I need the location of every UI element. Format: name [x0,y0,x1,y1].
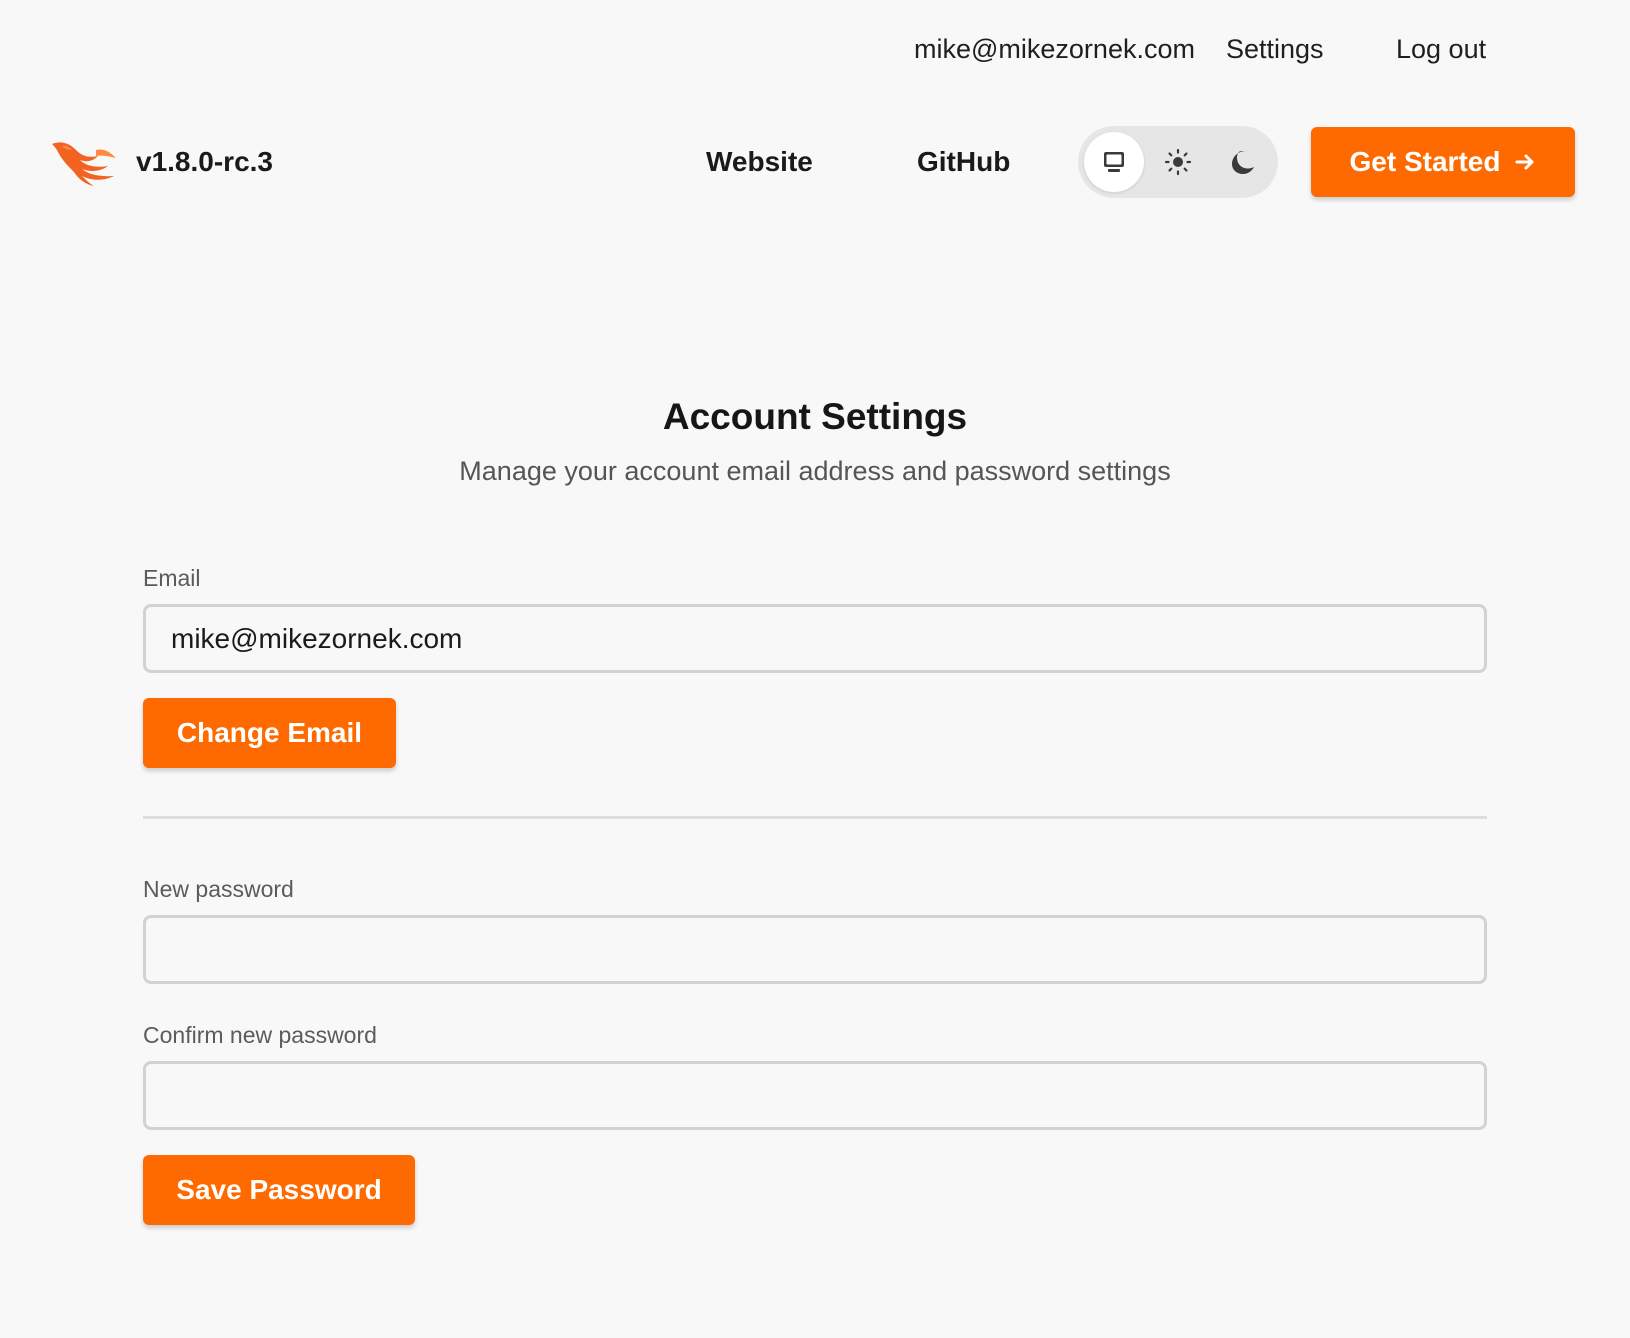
arrow-right-icon [1515,154,1534,170]
brand[interactable]: v1.8.0-rc.3 [48,136,273,188]
save-password-button[interactable]: Save Password [143,1155,415,1225]
website-link[interactable]: Website [706,146,813,178]
page-title: Account Settings [662,396,968,437]
theme-system-button[interactable] [1084,132,1144,192]
phoenix-logo-icon [52,142,116,186]
page: mike@mikezornek.com Settings Log out v1.… [0,0,1630,1338]
confirm-password-label: Confirm new password [143,1022,377,1048]
moon-icon [1232,151,1254,174]
system-icon [1104,152,1124,172]
theme-light-button[interactable] [1148,132,1208,192]
github-link[interactable]: GitHub [917,146,1010,178]
email-value: mike@mikezornek.com [171,622,463,654]
get-started-label: Get Started [1349,146,1501,177]
main-header: v1.8.0-rc.3 Website GitHub Get Started [0,126,1630,198]
page-subtitle: Manage your account email address and pa… [459,456,1171,486]
logout-link[interactable]: Log out [1396,34,1486,65]
email-field[interactable]: mike@mikezornek.com [143,604,1487,673]
sun-icon [1164,148,1192,176]
confirm-password-field[interactable] [143,1061,1487,1130]
get-started-button[interactable]: Get Started [1311,127,1575,197]
theme-toggle [1078,126,1278,198]
new-password-field[interactable] [143,915,1487,984]
theme-dark-button[interactable] [1212,132,1272,192]
settings-link[interactable]: Settings [1226,34,1324,65]
email-label: Email [143,565,201,591]
section-divider [143,816,1487,819]
version-label: v1.8.0-rc.3 [136,146,273,177]
title-block: Account Settings Manage your account ema… [0,396,1630,487]
change-email-button[interactable]: Change Email [143,698,396,768]
user-email: mike@mikezornek.com [914,34,1195,64]
new-password-label: New password [143,876,294,902]
